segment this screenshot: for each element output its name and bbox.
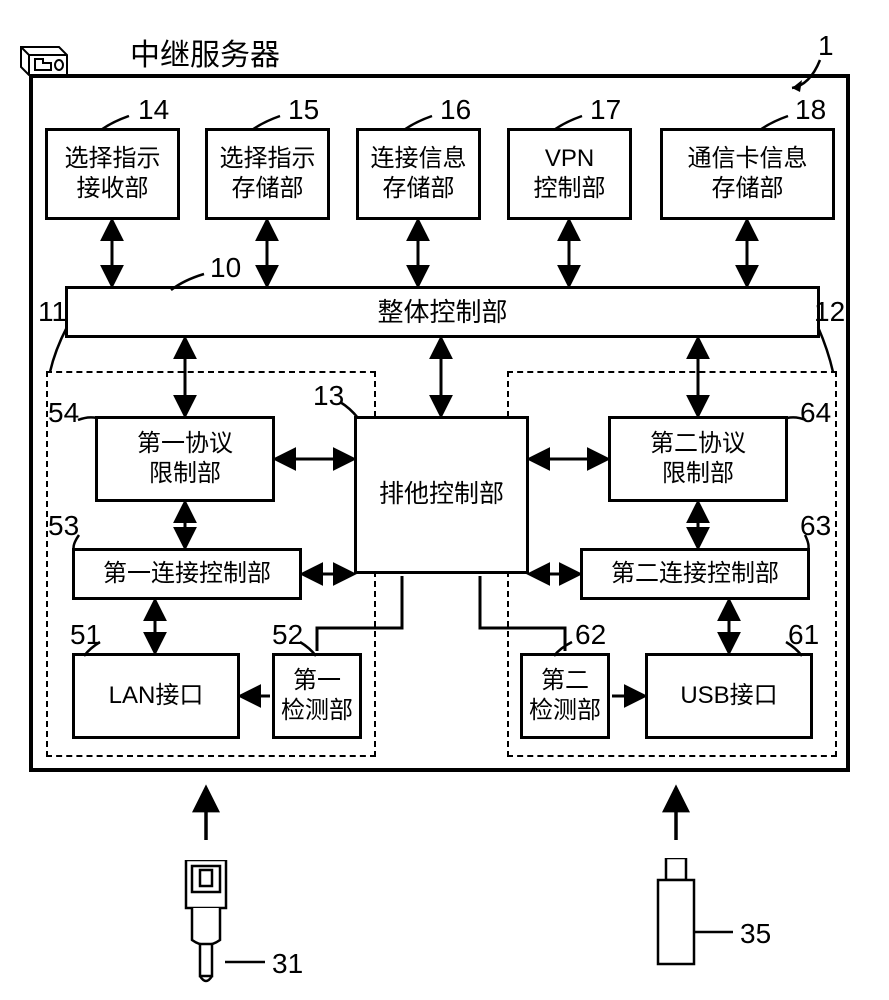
ref-15: 15 [288, 94, 319, 126]
block-overall-ctrl: 整体控制部 [65, 286, 820, 338]
ref-62: 62 [575, 619, 606, 651]
ref-35: 35 [740, 918, 771, 950]
block-exclusive-ctrl: 排他控制部 [354, 416, 529, 574]
ref-12: 12 [814, 296, 845, 328]
block-15-label: 选择指示 存储部 [220, 144, 316, 204]
block-first-conn-ctrl: 第一连接控制部 [72, 548, 302, 600]
usb-if-label: USB接口 [680, 681, 777, 711]
block-select-instruct-receive: 选择指示 接收部 [45, 128, 180, 220]
ref-13: 13 [313, 380, 344, 412]
block-first-proto-limit: 第一协议 限制部 [95, 416, 275, 502]
ref-17: 17 [590, 94, 621, 126]
second-proto-limit-label: 第二协议 限制部 [650, 429, 746, 489]
ref-63: 63 [800, 510, 831, 542]
block-usb-if: USB接口 [645, 653, 813, 739]
block-first-detect: 第一 检测部 [272, 653, 362, 739]
second-conn-ctrl-label: 第二连接控制部 [611, 559, 779, 589]
block-second-conn-ctrl: 第二连接控制部 [580, 548, 810, 600]
ref-53: 53 [48, 510, 79, 542]
lan-plug-icon [182, 860, 230, 990]
ref-31: 31 [272, 948, 303, 980]
server-icon [17, 43, 72, 79]
block-18-label: 通信卡信息 存储部 [688, 144, 808, 204]
ref-device: 1 [818, 30, 834, 62]
first-conn-ctrl-label: 第一连接控制部 [103, 559, 271, 589]
ref-64: 64 [800, 397, 831, 429]
lan-if-label: LAN接口 [109, 681, 204, 711]
title-label: 中继服务器 [130, 30, 280, 74]
block-16-label: 连接信息 存储部 [371, 144, 467, 204]
usb-plug-icon [656, 858, 696, 966]
ref-54: 54 [48, 397, 79, 429]
ref-51: 51 [70, 619, 101, 651]
first-proto-limit-label: 第一协议 限制部 [137, 429, 233, 489]
exclusive-ctrl-label: 排他控制部 [379, 479, 504, 510]
block-select-instruct-store: 选择指示 存储部 [205, 128, 330, 220]
block-second-detect: 第二 检测部 [520, 653, 610, 739]
ref-52: 52 [272, 619, 303, 651]
ref-16: 16 [440, 94, 471, 126]
ref-10: 10 [210, 252, 241, 284]
block-14-label: 选择指示 接收部 [65, 144, 161, 204]
block-commcard-info-store: 通信卡信息 存储部 [660, 128, 835, 220]
first-detect-label: 第一 检测部 [281, 666, 353, 726]
block-second-proto-limit: 第二协议 限制部 [608, 416, 788, 502]
block-vpn-ctrl: VPN 控制部 [507, 128, 632, 220]
block-17-label: VPN 控制部 [534, 144, 606, 204]
overall-ctrl-label: 整体控制部 [377, 296, 507, 329]
ref-18: 18 [795, 94, 826, 126]
block-lan-if: LAN接口 [72, 653, 240, 739]
ref-14: 14 [138, 94, 169, 126]
ref-11: 11 [38, 296, 67, 328]
block-conn-info-store: 连接信息 存储部 [356, 128, 481, 220]
second-detect-label: 第二 检测部 [529, 666, 601, 726]
ref-61: 61 [788, 619, 819, 651]
